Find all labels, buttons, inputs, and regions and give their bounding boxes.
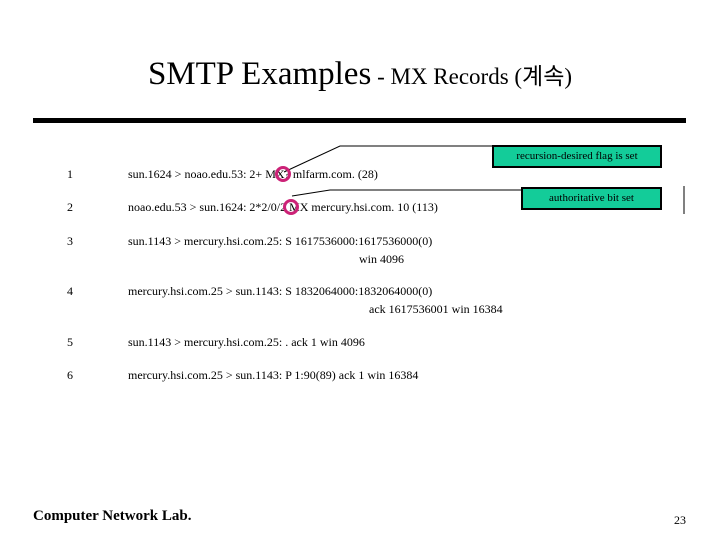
table-row-continuation: ack 1617536001 win 16384 <box>369 302 503 316</box>
table-row: sun.1624 > noao.edu.53: 2+ MX? mlfarm.co… <box>128 167 378 181</box>
table-row-number: 4 <box>67 284 73 298</box>
page-title-main: SMTP Examples <box>147 56 372 92</box>
table-row: mercury.hsi.com.25 > sun.1143: P 1:90(89… <box>128 368 419 382</box>
table-row: sun.1143 > mercury.hsi.com.25: S 1617536… <box>128 234 433 248</box>
slide-canvas: SMTP Examples - MX Records (계속) 1 sun.16… <box>0 0 720 540</box>
table-row-number: 3 <box>67 234 73 248</box>
title-divider-rule <box>33 118 686 123</box>
table-row-number: 2 <box>67 200 73 214</box>
table-row-number: 6 <box>67 368 73 382</box>
table-row: mercury.hsi.com.25 > sun.1143: S 1832064… <box>128 284 433 298</box>
page-number: 23 <box>674 513 686 527</box>
callout-authoritative-bit: authoritative bit set <box>521 187 662 210</box>
page-title-subtitle: - MX Records (계속) <box>371 64 573 89</box>
table-row-number: 5 <box>67 335 73 349</box>
highlight-ring-recursion-flag <box>275 166 291 182</box>
highlight-ring-authoritative-flag <box>283 199 299 215</box>
callout-recursion-desired: recursion-desired flag is set <box>492 145 662 168</box>
footer-label: Computer Network Lab. <box>33 508 192 524</box>
table-row-number: 1 <box>67 167 73 181</box>
table-row: sun.1143 > mercury.hsi.com.25: . ack 1 w… <box>128 335 365 349</box>
table-row-continuation: win 4096 <box>359 252 404 266</box>
page-title: SMTP Examples - MX Records (계속) <box>0 58 720 91</box>
